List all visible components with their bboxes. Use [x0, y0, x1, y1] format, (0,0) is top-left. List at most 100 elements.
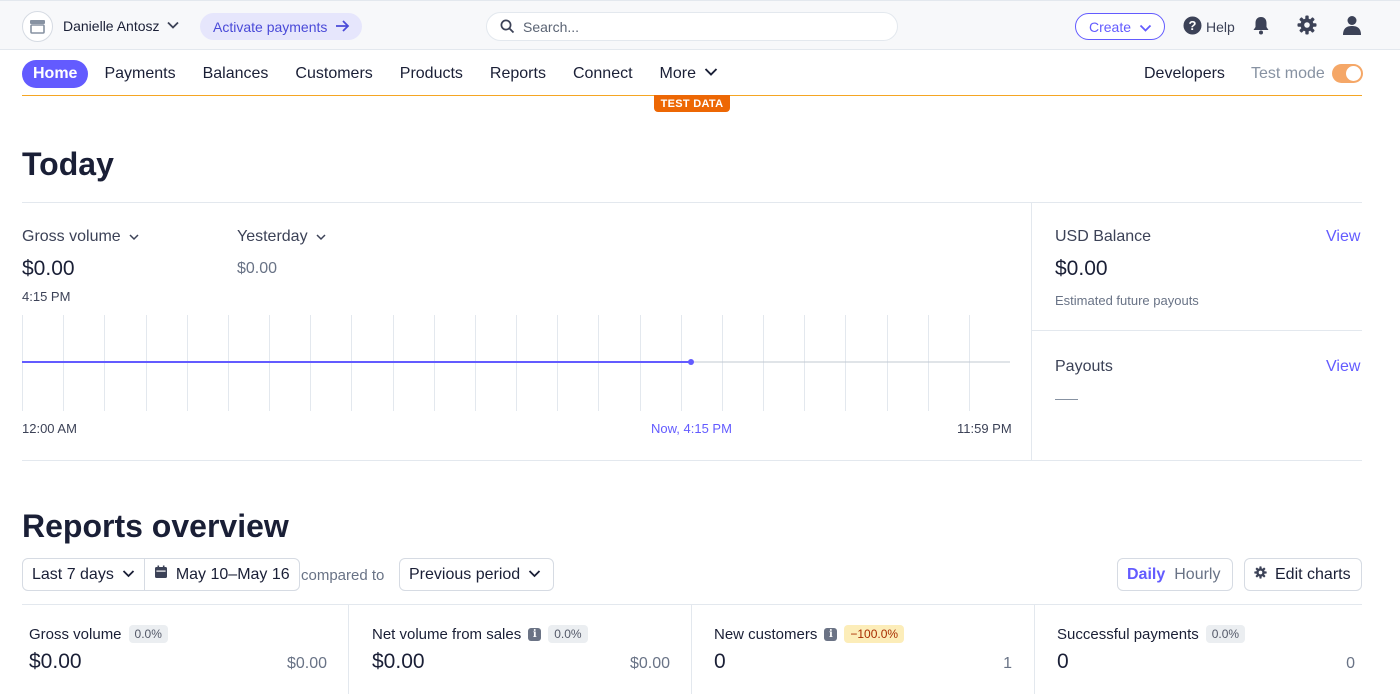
chevron-down-icon — [704, 65, 718, 83]
nav-more[interactable]: More — [660, 60, 718, 88]
test-mode-toggle[interactable] — [1332, 64, 1363, 83]
card-value: $0.00 — [29, 650, 82, 673]
interval-toggle: Daily Hourly — [1117, 558, 1233, 591]
card-label: New customers — [714, 625, 818, 643]
activate-payments-button[interactable]: Activate payments — [200, 13, 362, 40]
gross-volume-select[interactable]: Gross volume — [22, 228, 139, 246]
date-range-picker[interactable]: May 10–May 16 — [143, 559, 299, 590]
usd-balance-value: $0.00 — [1055, 257, 1108, 280]
create-button[interactable]: Create — [1075, 13, 1165, 40]
change-badge: 0.0% — [128, 625, 168, 643]
chevron-down-icon — [129, 228, 139, 246]
search-input[interactable] — [523, 17, 883, 37]
card-label: Successful payments — [1057, 625, 1199, 643]
chart-now-label: Now, 4:15 PM — [651, 421, 732, 436]
today-title: Today — [22, 146, 114, 182]
compare-value: $0.00 — [237, 260, 278, 277]
card-label: Gross volume — [29, 625, 122, 643]
range-select[interactable]: Last 7 days — [23, 559, 144, 590]
edit-charts-label: Edit charts — [1275, 565, 1351, 583]
card-previous-value: 1 — [1003, 655, 1012, 672]
card-new-customers-header[interactable]: New customers i −100.0% — [714, 625, 905, 643]
main-nav: Home Payments Balances Customers Product… — [22, 60, 745, 88]
card-previous-value: $0.00 — [286, 655, 327, 672]
divider — [348, 605, 349, 694]
card-value: 0 — [1057, 650, 1069, 673]
change-badge: 0.0% — [1205, 625, 1246, 643]
compare-label: Yesterday — [237, 228, 308, 245]
chevron-down-icon — [122, 566, 135, 584]
chevron-down-icon[interactable] — [166, 18, 180, 37]
comparison-period-label: Previous period — [409, 565, 521, 583]
gross-volume-value: $0.00 — [22, 257, 75, 280]
card-net-volume-header[interactable]: Net volume from sales i 0.0% — [372, 625, 588, 643]
comparison-period-select[interactable]: Previous period — [399, 558, 554, 591]
divider — [22, 604, 1362, 605]
today-volume-chart — [22, 315, 1010, 411]
svg-text:?: ? — [1189, 18, 1197, 33]
card-previous-value: 0 — [1346, 655, 1355, 672]
daily-option[interactable]: Daily — [1127, 566, 1165, 584]
divider — [22, 202, 1362, 203]
chart-end-label: 11:59 PM — [957, 421, 1012, 436]
search-box[interactable] — [486, 12, 898, 41]
help-icon: ? — [1183, 16, 1202, 38]
search-icon — [500, 19, 515, 39]
divider — [22, 460, 1362, 461]
help-button[interactable]: ? Help — [1183, 16, 1235, 38]
create-label: Create — [1089, 18, 1132, 35]
chevron-down-icon — [316, 228, 326, 246]
change-badge: −100.0% — [844, 625, 905, 643]
usd-balance-subtitle: Estimated future payouts — [1055, 293, 1199, 308]
bell-icon[interactable] — [1252, 16, 1270, 40]
usd-balance-label: USD Balance — [1055, 228, 1152, 245]
help-label: Help — [1206, 19, 1235, 35]
account-name[interactable]: Danielle Antosz — [63, 18, 160, 34]
reports-overview-title: Reports overview — [22, 508, 289, 544]
card-gross-volume-header[interactable]: Gross volume 0.0% — [29, 625, 168, 643]
card-label: Net volume from sales — [372, 625, 522, 643]
edit-charts-button[interactable]: Edit charts — [1244, 558, 1362, 591]
payouts-view-link[interactable]: View — [1326, 358, 1360, 376]
card-value: $0.00 — [372, 650, 425, 673]
user-icon[interactable] — [1342, 15, 1362, 40]
hourly-option[interactable]: Hourly — [1174, 566, 1220, 584]
payouts-empty-dash — [1055, 399, 1078, 400]
activate-payments-label: Activate payments — [213, 18, 328, 35]
compare-select[interactable]: Yesterday — [237, 228, 326, 246]
gross-volume-label: Gross volume — [22, 228, 121, 245]
top-bar: Danielle Antosz Activate payments Create… — [0, 0, 1400, 50]
info-icon[interactable]: i — [824, 627, 838, 641]
divider — [691, 605, 692, 694]
chevron-down-icon — [528, 566, 541, 584]
nav-more-label: More — [659, 65, 696, 82]
info-icon[interactable]: i — [528, 627, 542, 641]
nav-home[interactable]: Home — [22, 60, 89, 88]
usd-balance-view-link[interactable]: View — [1326, 228, 1360, 246]
card-successful-payments-header[interactable]: Successful payments 0.0% — [1057, 625, 1246, 643]
nav-reports[interactable]: Reports — [490, 60, 546, 88]
arrow-right-icon — [335, 19, 350, 36]
change-badge: 0.0% — [548, 625, 588, 643]
gear-icon — [1254, 565, 1267, 584]
nav-balances[interactable]: Balances — [203, 60, 269, 88]
card-previous-value: $0.00 — [629, 655, 670, 672]
chevron-down-icon — [1139, 21, 1152, 37]
nav-products[interactable]: Products — [400, 60, 463, 88]
divider — [1034, 605, 1035, 694]
chart-start-label: 12:00 AM — [22, 421, 77, 436]
card-value: 0 — [714, 650, 726, 673]
divider — [1031, 203, 1032, 460]
nav-payments[interactable]: Payments — [104, 60, 175, 88]
test-mode-label: Test mode — [1251, 65, 1325, 82]
toggle-knob — [1346, 66, 1361, 81]
test-data-badge: TEST DATA — [654, 95, 730, 112]
gear-icon[interactable] — [1297, 15, 1317, 40]
nav-customers[interactable]: Customers — [295, 60, 372, 88]
developers-link[interactable]: Developers — [1144, 65, 1225, 83]
date-range-label: May 10–May 16 — [175, 565, 290, 583]
date-filter-group: Last 7 days May 10–May 16 — [22, 558, 300, 591]
store-icon[interactable] — [22, 11, 53, 42]
nav-connect[interactable]: Connect — [573, 60, 633, 88]
chart-now-point — [688, 359, 694, 365]
